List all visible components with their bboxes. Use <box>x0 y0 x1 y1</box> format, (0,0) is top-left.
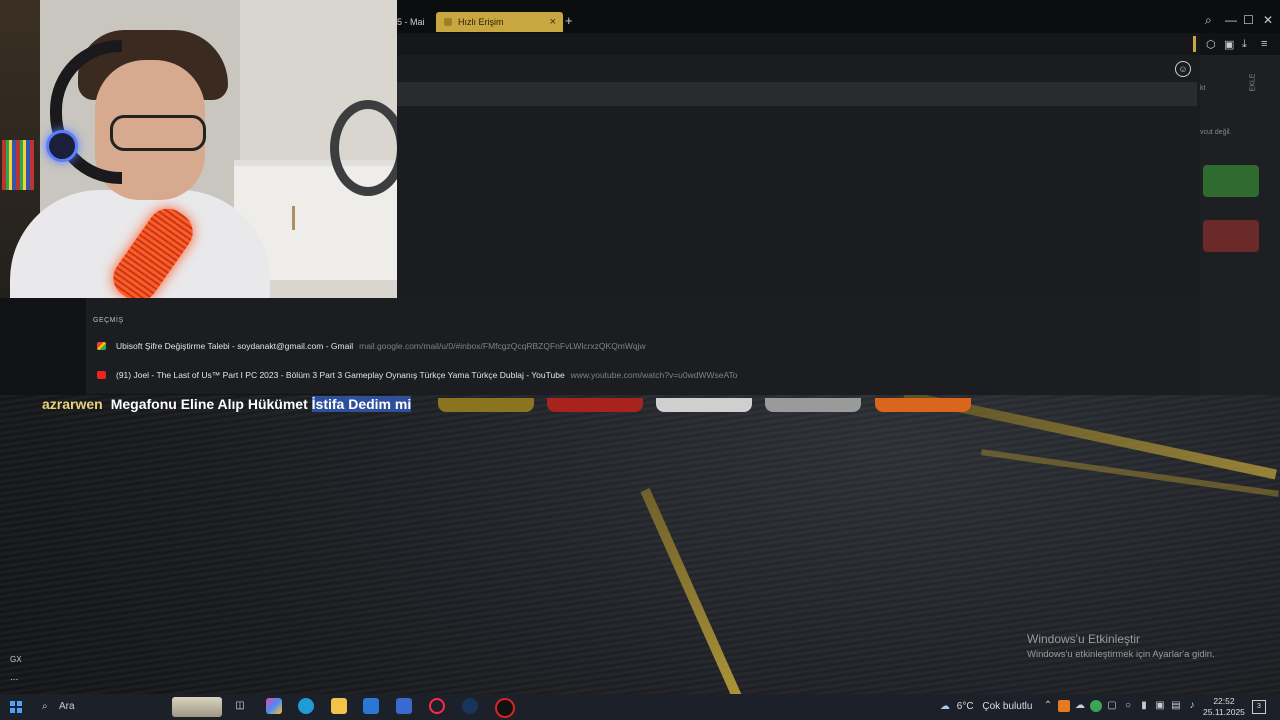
gx-sidebar-label[interactable]: GX ... <box>10 655 22 683</box>
history-heading: GEÇMİŞ <box>93 317 124 324</box>
tab-title: Hızlı Erişim <box>458 17 504 27</box>
profile-icon[interactable]: ▣ <box>1224 38 1234 51</box>
taskbar: ⌕ Ara ◫ ☁ 6°C Çok bulutlu ⌃ ☁ ▢ ○ ▮ ▣ ▤ … <box>0 694 1280 720</box>
app-icon[interactable] <box>495 698 515 718</box>
gmail-icon <box>97 342 106 350</box>
outlook-icon[interactable] <box>396 698 412 714</box>
speed-dial-tile[interactable] <box>656 398 752 412</box>
youtube-icon <box>97 371 106 379</box>
copilot-icon[interactable] <box>266 698 282 714</box>
tray-app-icon[interactable]: ▢ <box>1106 700 1118 712</box>
menu-icon[interactable]: ≡ <box>1261 38 1267 50</box>
windows-activation-notice: Windows'u Etkinleştir Windows'u etkinleş… <box>1027 632 1215 660</box>
close-window-button[interactable]: ✕ <box>1263 13 1273 27</box>
download-icon[interactable]: ⤓ <box>1242 38 1247 51</box>
webcam-overlay <box>0 0 397 298</box>
steam-icon[interactable] <box>462 698 478 714</box>
microphone-icon[interactable]: ▮ <box>1138 700 1150 712</box>
speed-dial-tile[interactable] <box>765 398 861 412</box>
headphone-light <box>46 130 78 162</box>
address-bar[interactable] <box>397 33 1200 56</box>
history-item[interactable]: (91) Joel - The Last of Us™ Part I PC 20… <box>86 363 1200 387</box>
cloud-icon: ☁ <box>940 701 950 712</box>
chat-text: Megafonu Eline Alıp Hükümet <box>110 396 312 412</box>
maximize-button[interactable]: ☐ <box>1243 13 1254 27</box>
chat-text-selected: İstifa Dedim mi <box>311 396 412 412</box>
chevron-up-icon[interactable]: ⌃ <box>1042 700 1054 712</box>
headphone-stand <box>330 100 397 196</box>
volume-icon[interactable]: ♪ <box>1186 700 1198 712</box>
speed-dial-card[interactable] <box>1203 220 1259 252</box>
taskbar-search[interactable]: ⌕ Ara <box>38 697 168 717</box>
edge-icon[interactable] <box>298 698 314 714</box>
windows-start-icon[interactable] <box>10 701 22 713</box>
chat-message: azrarwen Megafonu Eline Alıp Hükümet İsti… <box>42 396 412 412</box>
onedrive-icon[interactable]: ☁ <box>1074 700 1086 712</box>
speed-dial-tile[interactable] <box>547 398 643 412</box>
minimize-button[interactable]: — <box>1225 13 1237 27</box>
taskbar-clock[interactable]: 22:52 25.11.2025 <box>1203 696 1245 718</box>
speed-dial-card[interactable] <box>1203 165 1259 197</box>
address-bar-accent <box>1193 36 1196 52</box>
notification-icon[interactable]: 3 <box>1252 700 1266 714</box>
chat-username: azrarwen <box>42 396 103 412</box>
search-highlight-image[interactable] <box>172 697 222 717</box>
tab-favicon-icon <box>444 18 452 26</box>
tab-quick-access[interactable]: Hızlı Erişim × <box>436 12 563 32</box>
search-icon[interactable]: ⌕ <box>1205 13 1212 28</box>
tray-app-icon[interactable]: ○ <box>1122 700 1134 712</box>
weather-widget[interactable]: ☁ 6°C Çok bulutlu <box>940 694 1032 720</box>
tab-close-button[interactable]: × <box>550 12 556 32</box>
books <box>2 140 34 190</box>
store-icon[interactable] <box>363 698 379 714</box>
tab-previous[interactable]: 5 - Mai <box>397 12 433 32</box>
tray-app-icon[interactable] <box>1058 700 1070 712</box>
speed-dial-tile[interactable] <box>438 398 534 412</box>
tray-app-icon[interactable]: ▣ <box>1154 700 1166 712</box>
task-view-icon[interactable]: ◫ <box>232 698 248 714</box>
glasses <box>110 115 206 151</box>
extensions-icon[interactable]: ⬡ <box>1206 38 1216 51</box>
file-explorer-icon[interactable] <box>331 698 347 714</box>
tray-app-icon[interactable] <box>1090 700 1102 712</box>
network-icon[interactable]: ▤ <box>1170 700 1182 712</box>
history-item[interactable]: Ubisoft Şifre Değiştirme Talebi - soydan… <box>86 334 1200 358</box>
search-icon: ⌕ <box>42 701 48 712</box>
speed-dial-tile[interactable] <box>875 398 971 412</box>
headphones <box>50 40 122 184</box>
new-tab-button[interactable]: + <box>565 13 573 28</box>
search-input[interactable] <box>397 82 1197 106</box>
opera-gx-icon[interactable] <box>429 698 445 714</box>
emoji-icon[interactable]: ☺ <box>1175 61 1191 77</box>
